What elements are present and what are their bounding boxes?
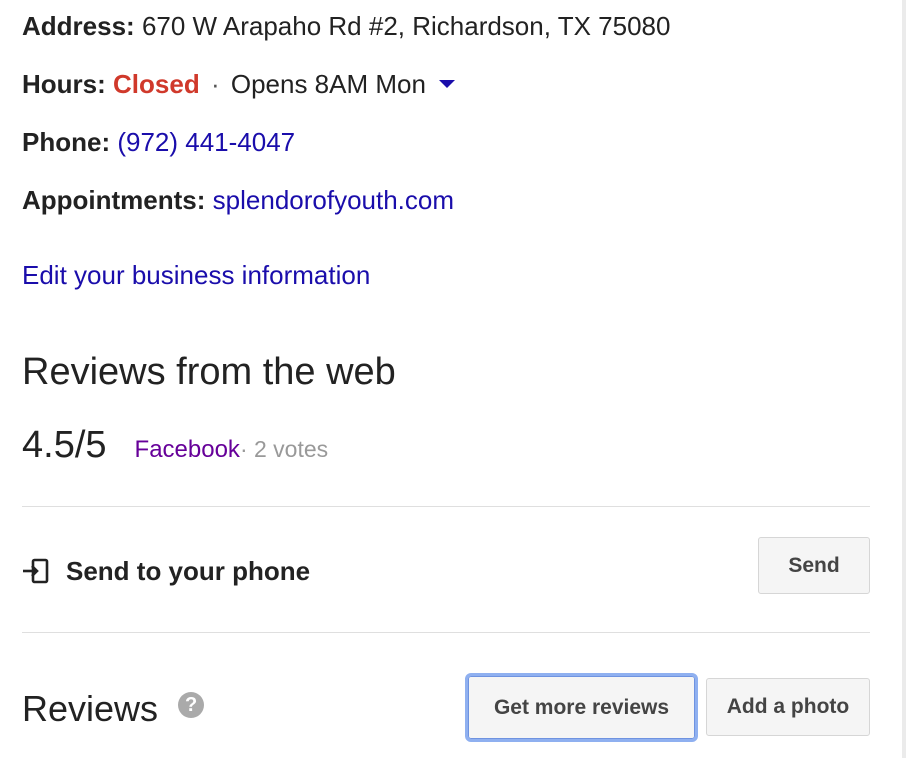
- scrollbar-track: [902, 0, 906, 758]
- reviews-heading: Reviews: [22, 688, 159, 729]
- divider: [22, 506, 870, 507]
- rating-source-link[interactable]: Facebook: [135, 436, 240, 464]
- divider: [22, 632, 870, 633]
- edit-business-info-link[interactable]: Edit your business information: [22, 258, 370, 292]
- hours-status: Closed: [113, 69, 200, 99]
- help-icon[interactable]: ?: [178, 692, 205, 718]
- address-row: Address: 670 W Arapaho Rd #2, Richardson…: [22, 9, 670, 43]
- web-rating-row: 4.5/5 Facebook · 2 votes: [22, 424, 328, 476]
- web-reviews-heading: Reviews from the web: [22, 351, 396, 393]
- hours-row: Hours: Closed · Opens 8AM Mon: [22, 67, 456, 101]
- appointments-label: Appointments:: [22, 185, 206, 215]
- rating-score: 4.5/5: [22, 424, 107, 466]
- address-label: Address:: [22, 11, 135, 41]
- send-to-phone-row: Send to your phone: [22, 551, 310, 591]
- phone-label: Phone:: [22, 127, 111, 157]
- hours-dropdown-icon[interactable]: [439, 80, 456, 89]
- address-value: 670 W Arapaho Rd #2, Richardson, TX 7508…: [141, 11, 671, 41]
- phone-row: Phone: (972) 441-4047: [22, 125, 295, 159]
- hours-separator: ·: [210, 69, 220, 99]
- hours-opens[interactable]: Opens 8AM Mon: [231, 69, 426, 99]
- send-button[interactable]: Send: [758, 537, 870, 594]
- get-more-reviews-button[interactable]: Get more reviews: [465, 673, 698, 742]
- send-to-phone-label: Send to your phone: [66, 555, 311, 586]
- phone-link[interactable]: (972) 441-4047: [117, 127, 295, 157]
- appointments-link[interactable]: splendorofyouth.com: [213, 185, 454, 215]
- appointments-row: Appointments: splendorofyouth.com: [22, 183, 454, 217]
- hours-label: Hours:: [22, 69, 106, 99]
- send-to-device-icon: [23, 558, 49, 584]
- rating-votes: · 2 votes: [239, 436, 329, 462]
- add-photo-button[interactable]: Add a photo: [706, 678, 870, 736]
- reviews-heading-row: Reviews ?: [22, 686, 205, 732]
